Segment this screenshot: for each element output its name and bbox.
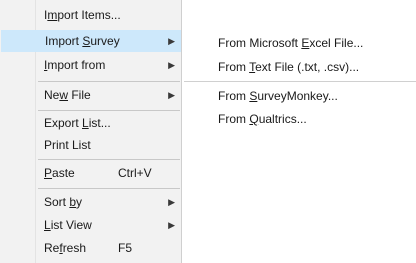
submenu-item-surveymonkey[interactable]: From SurveyMonkey... — [183, 85, 416, 107]
menu-item-label: Re — [44, 241, 60, 255]
submenu-item-label-rest: ualtrics... — [258, 112, 307, 126]
menu-item-label-rest: aste — [52, 166, 75, 180]
menu-item-label-rest: port Items... — [57, 8, 121, 22]
menu-separator — [38, 188, 180, 189]
menu-item-list-view[interactable]: List View ▶ — [0, 214, 181, 236]
submenu-item-label: From — [218, 60, 250, 74]
menu-item-label-rest: urvey — [90, 34, 120, 48]
submenu-arrow-icon: ▶ — [168, 36, 175, 46]
shortcut-label: Ctrl+V — [118, 166, 152, 180]
menu-item-label-rest: ist... — [88, 116, 111, 130]
menu-separator — [38, 110, 180, 111]
submenu-item-label: From — [218, 112, 250, 126]
access-key: w — [59, 88, 69, 102]
access-key: L — [44, 218, 51, 232]
access-key: P — [44, 166, 53, 180]
access-key: m — [47, 8, 58, 22]
submenu-item-label-rest: urveyMonkey... — [257, 89, 338, 103]
submenu-arrow-icon: ▶ — [168, 197, 175, 207]
access-key: Q — [249, 112, 259, 126]
menu-item-import-survey[interactable]: Import Survey ▶ — [1, 30, 181, 52]
menu-item-new-file[interactable]: New File ▶ — [0, 84, 181, 106]
import-survey-submenu: From Microsoft Excel File... From Text F… — [183, 30, 416, 133]
shortcut-label: F5 — [118, 241, 133, 255]
menu-item-label-rest: resh — [62, 241, 87, 255]
submenu-separator — [184, 81, 416, 82]
menu-item-label: Export — [44, 116, 83, 130]
menu-item-label-rest: ist View — [50, 218, 92, 232]
menu-item-label-rest: y — [76, 195, 83, 209]
submenu-item-text-file[interactable]: From Text File (.txt, .csv)... — [183, 56, 416, 78]
submenu-arrow-icon: ▶ — [168, 60, 175, 70]
submenu-item-label-rest: ext File (.txt, .csv)... — [255, 60, 360, 74]
submenu-item-qualtrics[interactable]: From Qualtrics... — [183, 108, 416, 130]
submenu-item-excel[interactable]: From Microsoft Excel File... — [183, 32, 416, 54]
menu-item-label: Import — [45, 34, 83, 48]
submenu-arrow-icon: ▶ — [168, 220, 175, 230]
submenu-arrow-icon: ▶ — [168, 90, 175, 100]
menu-item-refresh[interactable]: Refresh F5 — [0, 237, 181, 259]
menu-item-print-list[interactable]: Print List — [0, 134, 181, 156]
submenu-item-label: From Microsoft — [218, 36, 302, 50]
menu-item-label: Ne — [44, 88, 60, 102]
menu-item-sort-by[interactable]: Sort by ▶ — [0, 191, 181, 213]
menu-separator — [38, 159, 180, 160]
access-key: L — [82, 116, 89, 130]
menu-item-import-from[interactable]: Import from ▶ — [0, 54, 181, 76]
menu-separator — [38, 81, 180, 82]
menu-item-export-list[interactable]: Export List... — [0, 112, 181, 134]
menu-item-label: Print List — [44, 138, 91, 152]
menu-item-label: Sort — [44, 195, 70, 209]
submenu-item-label-rest: xcel File... — [309, 36, 364, 50]
submenu-item-label: From — [218, 89, 250, 103]
menu-item-label-rest: File — [68, 88, 91, 102]
menu-item-import-items[interactable]: Import Items... — [0, 4, 181, 26]
menu-item-label-rest: mport from — [47, 58, 106, 72]
context-menu: Import Items... Import Survey ▶ Import f… — [0, 0, 182, 263]
menu-item-paste[interactable]: Paste Ctrl+V — [0, 162, 181, 184]
